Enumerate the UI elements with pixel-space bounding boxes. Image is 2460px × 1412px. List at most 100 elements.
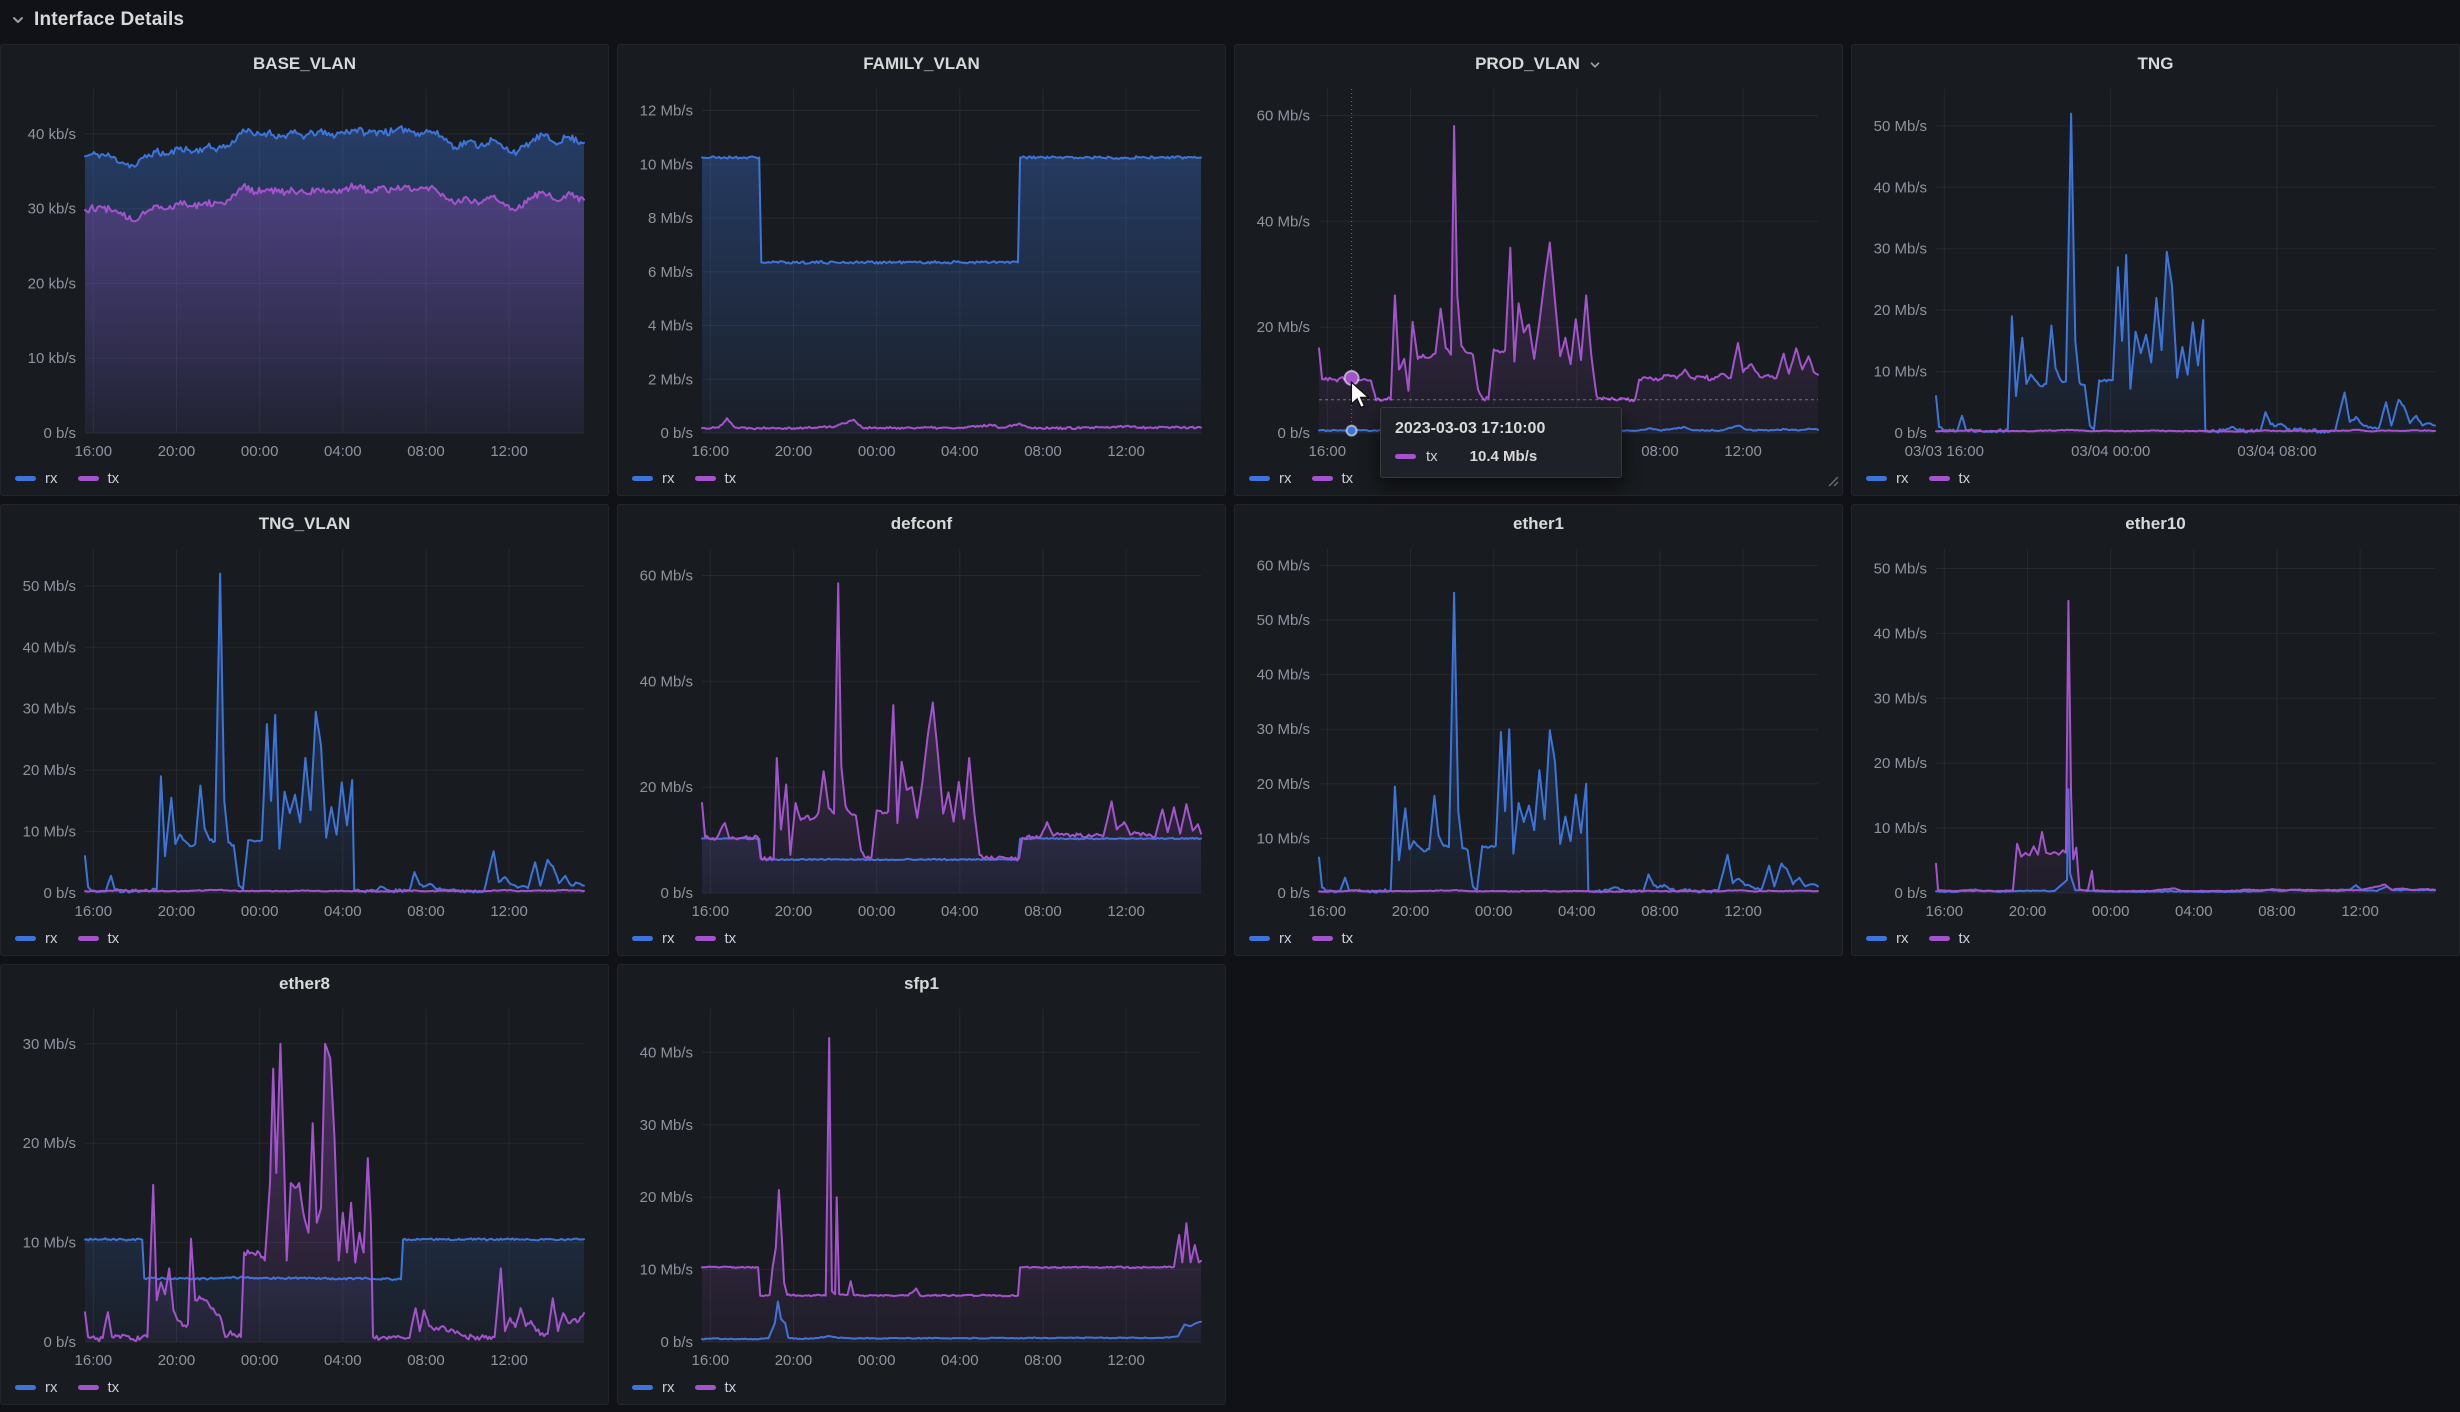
- legend-item-rx[interactable]: rx: [1866, 470, 1909, 487]
- legend-swatch-tx: [695, 1385, 716, 1390]
- svg-text:20:00: 20:00: [1392, 443, 1430, 460]
- legend-item-tx[interactable]: tx: [695, 930, 737, 947]
- legend-swatch-tx: [78, 476, 99, 481]
- legend-item-rx[interactable]: rx: [1249, 470, 1292, 487]
- legend-item-tx[interactable]: tx: [695, 1379, 737, 1396]
- legend-label: rx: [1279, 470, 1292, 487]
- row-interface-details[interactable]: Interface Details: [0, 0, 184, 40]
- legend: rx tx: [628, 1374, 1215, 1400]
- legend-item-tx[interactable]: tx: [78, 930, 120, 947]
- svg-text:20 Mb/s: 20 Mb/s: [640, 779, 693, 796]
- panel-header-ether1[interactable]: ether1: [1245, 509, 1832, 539]
- panel-title: defconf: [891, 514, 952, 534]
- timeseries-chart-ether1[interactable]: 0 b/s10 Mb/s20 Mb/s30 Mb/s40 Mb/s50 Mb/s…: [1245, 539, 1832, 925]
- chart-area-ether1[interactable]: 0 b/s10 Mb/s20 Mb/s30 Mb/s40 Mb/s50 Mb/s…: [1245, 539, 1832, 925]
- chart-area-ether10[interactable]: 0 b/s10 Mb/s20 Mb/s30 Mb/s40 Mb/s50 Mb/s…: [1862, 539, 2449, 925]
- legend-item-rx[interactable]: rx: [15, 1379, 58, 1396]
- svg-text:20 Mb/s: 20 Mb/s: [1257, 776, 1310, 793]
- svg-text:0 b/s: 0 b/s: [43, 1334, 76, 1351]
- legend-item-tx[interactable]: tx: [78, 470, 120, 487]
- svg-text:20 kb/s: 20 kb/s: [28, 275, 76, 292]
- legend-item-tx[interactable]: tx: [1312, 470, 1354, 487]
- svg-text:08:00: 08:00: [2258, 903, 2296, 920]
- svg-text:20 Mb/s: 20 Mb/s: [1874, 302, 1927, 319]
- legend-item-tx[interactable]: tx: [695, 470, 737, 487]
- svg-text:20 Mb/s: 20 Mb/s: [1257, 319, 1310, 336]
- svg-text:16:00: 16:00: [75, 443, 113, 460]
- legend-item-tx[interactable]: tx: [78, 1379, 120, 1396]
- svg-text:30 Mb/s: 30 Mb/s: [23, 1036, 76, 1053]
- svg-text:30 Mb/s: 30 Mb/s: [23, 701, 76, 718]
- legend-item-tx[interactable]: tx: [1929, 930, 1971, 947]
- svg-text:10 Mb/s: 10 Mb/s: [640, 156, 693, 173]
- svg-text:0 b/s: 0 b/s: [660, 885, 693, 902]
- legend-item-rx[interactable]: rx: [1249, 930, 1292, 947]
- panel-ether8: ether80 b/s10 Mb/s20 Mb/s30 Mb/s16:0020:…: [0, 964, 609, 1405]
- legend-label: tx: [725, 1379, 737, 1396]
- svg-text:50 Mb/s: 50 Mb/s: [1874, 561, 1927, 578]
- panel-title: PROD_VLAN: [1475, 54, 1580, 74]
- chart-area-ether8[interactable]: 0 b/s10 Mb/s20 Mb/s30 Mb/s16:0020:0000:0…: [11, 999, 598, 1374]
- chart-area-sfp1[interactable]: 0 b/s10 Mb/s20 Mb/s30 Mb/s40 Mb/s16:0020…: [628, 999, 1215, 1374]
- chart-area-tng_vlan[interactable]: 0 b/s10 Mb/s20 Mb/s30 Mb/s40 Mb/s50 Mb/s…: [11, 539, 598, 925]
- panel-title: TNG_VLAN: [259, 514, 351, 534]
- panel-resize-handle[interactable]: [1827, 474, 1839, 492]
- timeseries-chart-ether8[interactable]: 0 b/s10 Mb/s20 Mb/s30 Mb/s16:0020:0000:0…: [11, 999, 598, 1374]
- timeseries-chart-prod_vlan[interactable]: 0 b/s20 Mb/s40 Mb/s60 Mb/s16:0020:0000:0…: [1245, 79, 1832, 465]
- timeseries-chart-ether10[interactable]: 0 b/s10 Mb/s20 Mb/s30 Mb/s40 Mb/s50 Mb/s…: [1862, 539, 2449, 925]
- panel-header-defconf[interactable]: defconf: [628, 509, 1215, 539]
- legend: rx tx: [1862, 465, 2449, 491]
- svg-text:00:00: 00:00: [241, 443, 279, 460]
- svg-text:12:00: 12:00: [1724, 903, 1762, 920]
- legend-swatch-tx: [1929, 936, 1950, 941]
- chart-area-family_vlan[interactable]: 0 b/s2 Mb/s4 Mb/s6 Mb/s8 Mb/s10 Mb/s12 M…: [628, 79, 1215, 465]
- panel-header-sfp1[interactable]: sfp1: [628, 969, 1215, 999]
- panel-header-tng_vlan[interactable]: TNG_VLAN: [11, 509, 598, 539]
- panel-header-family_vlan[interactable]: FAMILY_VLAN: [628, 49, 1215, 79]
- legend-item-rx[interactable]: rx: [632, 930, 675, 947]
- svg-text:50 Mb/s: 50 Mb/s: [1257, 612, 1310, 629]
- series-area-rx: [702, 156, 1201, 433]
- timeseries-chart-family_vlan[interactable]: 0 b/s2 Mb/s4 Mb/s6 Mb/s8 Mb/s10 Mb/s12 M…: [628, 79, 1215, 465]
- chart-area-prod_vlan[interactable]: 0 b/s20 Mb/s40 Mb/s60 Mb/s16:0020:0000:0…: [1245, 79, 1832, 465]
- svg-text:04:00: 04:00: [1558, 903, 1596, 920]
- legend-item-tx[interactable]: tx: [1929, 470, 1971, 487]
- chart-area-base_vlan[interactable]: 0 b/s10 kb/s20 kb/s30 kb/s40 kb/s16:0020…: [11, 79, 598, 465]
- panel-header-tng[interactable]: TNG: [1862, 49, 2449, 79]
- svg-text:12:00: 12:00: [1724, 443, 1762, 460]
- panel-title: BASE_VLAN: [253, 54, 356, 74]
- timeseries-chart-tng[interactable]: 0 b/s10 Mb/s20 Mb/s30 Mb/s40 Mb/s50 Mb/s…: [1862, 79, 2449, 465]
- svg-text:20:00: 20:00: [158, 443, 196, 460]
- panel-header-ether8[interactable]: ether8: [11, 969, 598, 999]
- panel-menu-chevron-icon[interactable]: [1588, 58, 1602, 72]
- timeseries-chart-defconf[interactable]: 0 b/s20 Mb/s40 Mb/s60 Mb/s16:0020:0000:0…: [628, 539, 1215, 925]
- panel-header-prod_vlan[interactable]: PROD_VLAN: [1245, 49, 1832, 79]
- legend-label: tx: [1959, 930, 1971, 947]
- timeseries-chart-tng_vlan[interactable]: 0 b/s10 Mb/s20 Mb/s30 Mb/s40 Mb/s50 Mb/s…: [11, 539, 598, 925]
- panel-header-base_vlan[interactable]: BASE_VLAN: [11, 49, 598, 79]
- timeseries-chart-base_vlan[interactable]: 0 b/s10 kb/s20 kb/s30 kb/s40 kb/s16:0020…: [11, 79, 598, 465]
- svg-text:10 Mb/s: 10 Mb/s: [1874, 820, 1927, 837]
- timeseries-chart-sfp1[interactable]: 0 b/s10 Mb/s20 Mb/s30 Mb/s40 Mb/s16:0020…: [628, 999, 1215, 1374]
- legend-swatch-rx: [1249, 936, 1270, 941]
- legend-item-rx[interactable]: rx: [1866, 930, 1909, 947]
- svg-text:0 b/s: 0 b/s: [660, 425, 693, 442]
- svg-text:20:00: 20:00: [775, 443, 813, 460]
- chart-area-defconf[interactable]: 0 b/s20 Mb/s40 Mb/s60 Mb/s16:0020:0000:0…: [628, 539, 1215, 925]
- panel-defconf: defconf0 b/s20 Mb/s40 Mb/s60 Mb/s16:0020…: [617, 504, 1226, 956]
- legend-swatch-tx: [78, 1385, 99, 1390]
- legend-item-rx[interactable]: rx: [15, 470, 58, 487]
- svg-text:30 Mb/s: 30 Mb/s: [1874, 241, 1927, 258]
- legend-item-rx[interactable]: rx: [632, 470, 675, 487]
- legend-item-rx[interactable]: rx: [632, 1379, 675, 1396]
- chart-area-tng[interactable]: 0 b/s10 Mb/s20 Mb/s30 Mb/s40 Mb/s50 Mb/s…: [1862, 79, 2449, 465]
- panel-header-ether10[interactable]: ether10: [1862, 509, 2449, 539]
- dashboard-root: Interface Details BASE_VLAN 0 b/s10 kb/s2…: [0, 0, 2460, 1412]
- legend-swatch-tx: [695, 936, 716, 941]
- legend-item-tx[interactable]: tx: [1312, 930, 1354, 947]
- svg-text:00:00: 00:00: [241, 1352, 279, 1369]
- svg-text:0 b/s: 0 b/s: [1277, 885, 1310, 902]
- legend-label: tx: [1342, 470, 1354, 487]
- legend-item-rx[interactable]: rx: [15, 930, 58, 947]
- svg-text:04:00: 04:00: [941, 1352, 979, 1369]
